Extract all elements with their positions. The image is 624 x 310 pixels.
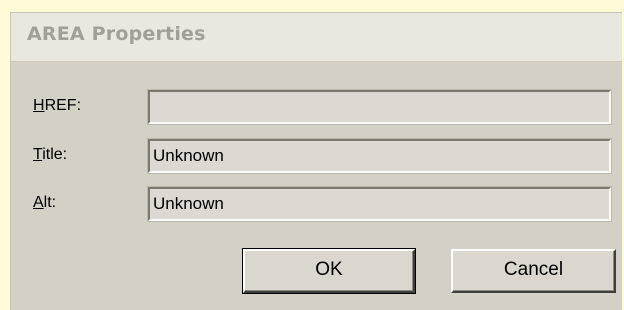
title-field[interactable]	[147, 138, 612, 174]
alt-label-text: lt:	[43, 194, 57, 211]
alt-label: Alt:	[33, 194, 56, 212]
title-label: Title:	[33, 146, 67, 164]
href-label-accelerator: H	[33, 97, 45, 114]
href-label: HREF:	[33, 97, 81, 115]
dialog-titlebar[interactable]: AREA Properties	[11, 13, 622, 62]
cancel-button[interactable]: Cancel	[451, 249, 616, 293]
dialog-title: AREA Properties	[27, 23, 206, 45]
alt-label-accelerator: A	[33, 194, 44, 211]
href-label-text: REF:	[44, 97, 82, 114]
ok-button[interactable]: OK	[242, 248, 416, 294]
title-label-text: itle:	[42, 146, 68, 163]
title-label-accelerator: T	[33, 146, 43, 163]
area-properties-dialog: AREA Properties HREF: Title: Alt: OK Can…	[10, 12, 622, 310]
href-field[interactable]	[147, 89, 612, 125]
alt-field[interactable]	[147, 186, 612, 222]
